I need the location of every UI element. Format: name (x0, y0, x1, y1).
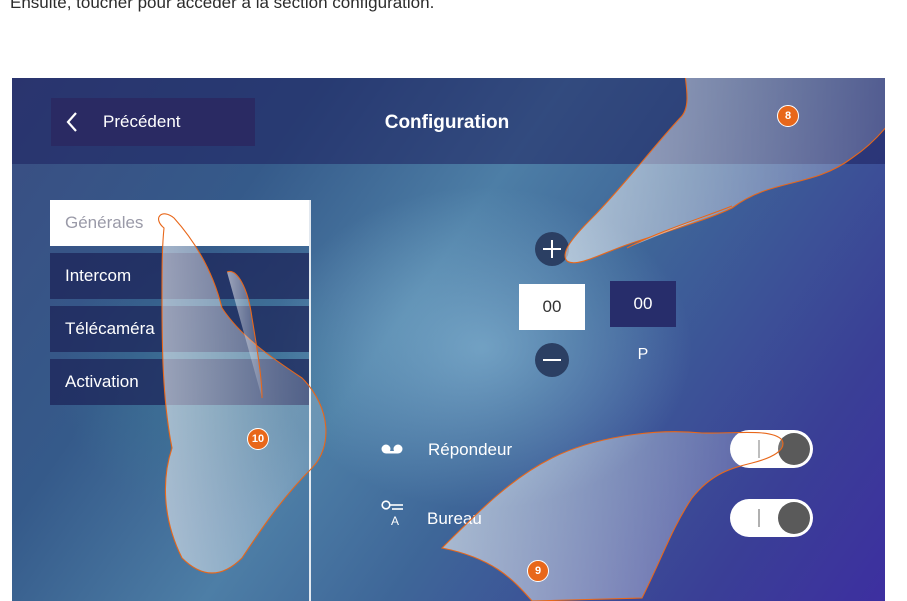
device-screen: Précédent Configuration Générales Interc… (12, 78, 885, 601)
menu-item-label: Télécaméra (65, 319, 155, 338)
instruction-caption: Ensuite, toucher pour accéder à la secti… (10, 0, 435, 12)
settings-menu: Générales Intercom Télécaméra Activation (50, 200, 309, 412)
p-label: P (637, 346, 649, 363)
menu-item-activation[interactable]: Activation (50, 359, 309, 405)
increment-button[interactable] (535, 232, 569, 266)
office-label: Bureau (427, 509, 482, 528)
toggle-knob (778, 502, 810, 534)
answering-machine-label: Répondeur (428, 440, 513, 459)
voicemail-icon (381, 442, 403, 460)
toggle-on-mark (758, 509, 760, 527)
menu-item-label: Activation (65, 372, 139, 391)
address-value-left[interactable]: 00 (519, 284, 585, 330)
back-button-label: Précédent (103, 112, 181, 131)
menu-item-label: Générales (65, 213, 144, 232)
decrement-button[interactable] (535, 343, 569, 377)
page-title: Configuration (384, 112, 510, 133)
answering-machine-toggle[interactable] (730, 430, 813, 468)
step-badge-8: 8 (777, 105, 799, 127)
step-badge-10: 10 (247, 428, 269, 450)
svg-text:A: A (391, 514, 399, 527)
menu-item-generales[interactable]: Générales (50, 200, 309, 246)
menu-item-telecamera[interactable]: Télécaméra (50, 306, 309, 352)
panel-divider (309, 200, 311, 601)
address-value-right[interactable]: 00 (610, 281, 676, 327)
menu-item-label: Intercom (65, 266, 132, 285)
chevron-left-icon (65, 111, 95, 133)
toggle-on-mark (758, 440, 760, 458)
key-icon: A (381, 499, 407, 532)
header-bar: Précédent Configuration (12, 78, 885, 164)
menu-item-intercom[interactable]: Intercom (50, 253, 309, 299)
toggle-knob (778, 433, 810, 465)
step-badge-9: 9 (527, 560, 549, 582)
back-button[interactable]: Précédent (51, 98, 255, 146)
office-toggle[interactable] (730, 499, 813, 537)
